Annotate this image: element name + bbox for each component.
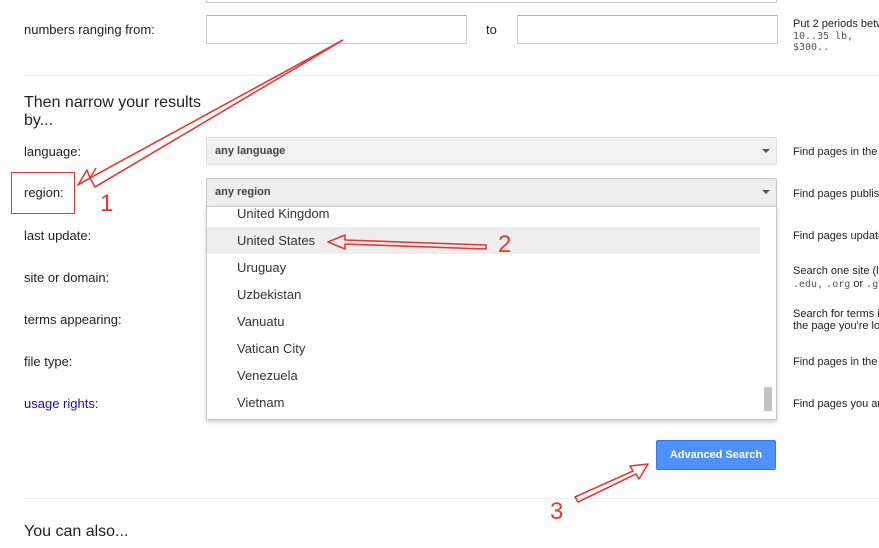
annotation-number-2: 2: [498, 231, 512, 258]
annotation-arrow-2: [327, 234, 487, 250]
annotation-arrow-3: [574, 463, 649, 503]
annotation-arrow-1: [77, 39, 344, 188]
annotation-number-3: 3: [550, 498, 564, 525]
annotation-arrows: [77, 39, 649, 503]
annotation-number-1: 1: [100, 190, 114, 217]
